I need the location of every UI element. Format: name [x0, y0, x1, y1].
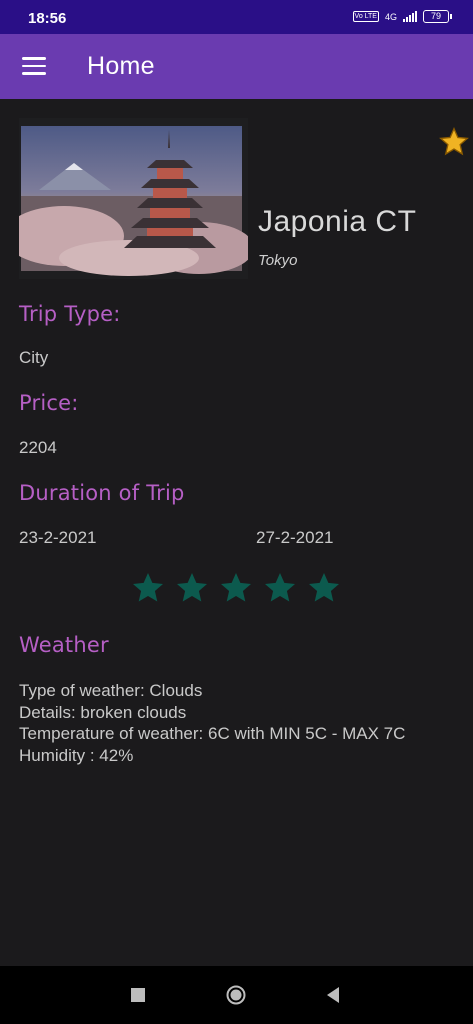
rating-bar[interactable] [130, 570, 342, 606]
weather-temperature: Temperature of weather: 6C with MIN 5C -… [19, 724, 406, 743]
price-value: 2204 [19, 438, 57, 457]
battery-icon: 79 [423, 10, 452, 23]
recent-apps-icon[interactable] [131, 988, 145, 1002]
status-bar: 18:56 Vo LTE 4G 79 [0, 0, 473, 34]
app-bar: Home [0, 34, 473, 99]
rating-star-icon[interactable] [174, 570, 210, 606]
trip-type-label: Trip Type: [19, 302, 121, 326]
weather-label: Weather [19, 633, 109, 657]
status-time: 18:56 [28, 10, 67, 27]
price-label: Price: [19, 391, 79, 415]
home-button-icon[interactable] [226, 985, 246, 1005]
duration-label: Duration of Trip [19, 481, 185, 505]
weather-details: Type of weather: Clouds Details: broken … [19, 680, 405, 766]
trip-photo-pagoda [19, 118, 248, 279]
rating-star-icon[interactable] [130, 570, 166, 606]
end-date: 27-2-2021 [256, 528, 334, 547]
rating-star-icon[interactable] [218, 570, 254, 606]
trip-city: Tokyo [258, 252, 298, 269]
trip-type-value: City [19, 348, 49, 367]
network-type-label: 4G [384, 11, 397, 22]
rating-star-icon[interactable] [262, 570, 298, 606]
weather-description: Details: broken clouds [19, 702, 187, 722]
status-icons: Vo LTE 4G 79 [352, 10, 452, 23]
back-button-icon[interactable] [325, 986, 341, 1004]
volte-icon: Vo LTE [352, 11, 379, 22]
trip-name: Japonia CT [258, 205, 417, 238]
weather-humidity: Humidity : 42% [19, 745, 134, 765]
weather-type: Type of weather: Clouds [19, 681, 203, 700]
page-title: Home [87, 52, 155, 80]
rating-star-icon[interactable] [306, 570, 342, 606]
favorite-star-icon[interactable] [438, 126, 470, 158]
battery-level: 79 [430, 11, 441, 21]
system-nav-bar [0, 966, 473, 1024]
signal-icon [403, 11, 417, 22]
hamburger-menu-icon[interactable] [22, 57, 46, 75]
start-date: 23-2-2021 [19, 528, 97, 547]
